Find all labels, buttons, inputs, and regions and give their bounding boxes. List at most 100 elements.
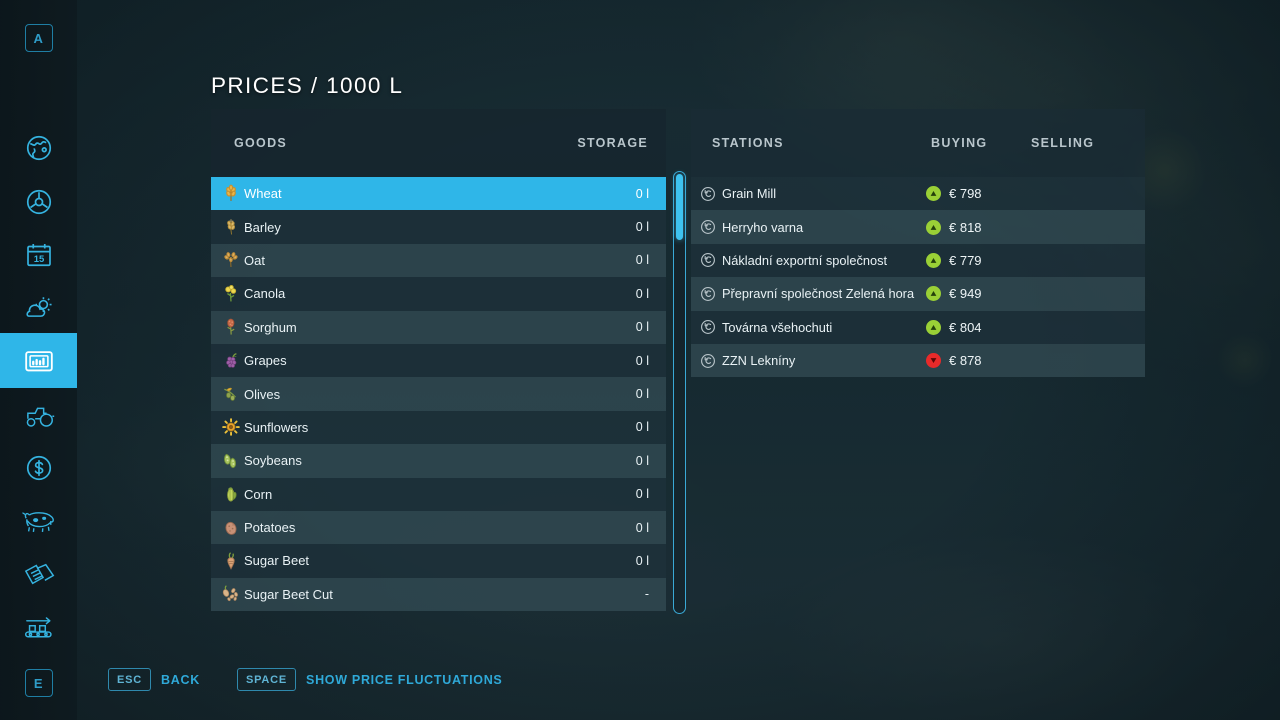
trend-up-icon (926, 286, 941, 302)
station-row-price: € 949 (949, 286, 982, 302)
goods-row-label: Soybeans (244, 453, 302, 469)
station-row-buying: € 779 (926, 252, 982, 268)
goods-row[interactable]: Corn 0 l (211, 477, 666, 511)
goods-row-storage: 0 l (635, 353, 649, 368)
goods-row-label: Sugar Beet Cut (244, 586, 333, 602)
station-icon (700, 252, 716, 268)
hint-label-back: BACK (161, 672, 200, 687)
station-row-buying: € 949 (926, 286, 982, 302)
station-row[interactable]: Nákladní exportní společnost € 779 (691, 243, 1145, 278)
station-row-label: Herryho varna (722, 219, 804, 235)
soybeans-icon (220, 450, 242, 472)
sidebar-item-machines[interactable] (0, 388, 77, 443)
goods-row-storage: 0 l (635, 487, 649, 502)
sidebar-item-calendar[interactable]: 15 (0, 227, 77, 282)
station-icon (700, 286, 716, 302)
sidebar-prev-tab-key[interactable]: A (0, 18, 77, 58)
goods-row[interactable]: Oat 0 l (211, 243, 666, 278)
station-row-label: Přepravní společnost Zelená hora (722, 286, 915, 302)
goods-row-storage: 0 l (635, 520, 649, 535)
svg-text:15: 15 (33, 253, 44, 264)
goods-row-storage: 0 l (635, 387, 649, 402)
hint-back[interactable]: ESC BACK (108, 668, 200, 691)
stations-panel: STATIONS BUYING SELLING Grain Mill € 798 H… (691, 109, 1145, 378)
trend-up-icon (926, 219, 941, 235)
stations-list: Grain Mill € 798 Herryho varna € 818 Nákladn… (691, 177, 1145, 378)
goods-row[interactable]: Canola 0 l (211, 277, 666, 311)
column-header-buying: BUYING (931, 136, 988, 150)
goods-row-storage: 0 l (635, 453, 649, 468)
hint-label-fluctuations: SHOW PRICE FLUCTUATIONS (306, 672, 503, 687)
goods-row[interactable]: Sorghum 0 l (211, 310, 666, 344)
potatoes-icon (220, 517, 242, 539)
sidebar-item-finances[interactable] (0, 440, 77, 495)
trend-up-icon (926, 252, 941, 268)
oat-icon (220, 249, 242, 271)
goods-row-storage: 0 l (635, 553, 649, 568)
station-row-label: ZZN Lekníny (722, 353, 796, 369)
station-row-price: € 804 (949, 319, 982, 335)
goods-row[interactable]: Wheat 0 l (211, 177, 666, 211)
sidebar-item-production[interactable] (0, 600, 77, 655)
station-row[interactable]: Herryho varna € 818 (691, 210, 1145, 244)
olives-icon (220, 383, 242, 405)
station-row-buying: € 818 (926, 219, 982, 235)
station-row[interactable]: Grain Mill € 798 (691, 177, 1145, 211)
goods-row[interactable]: Sugar Beet 0 l (211, 544, 666, 578)
hint-key-esc: ESC (108, 668, 152, 691)
column-header-stations: STATIONS (712, 136, 784, 150)
corn-icon (220, 483, 242, 505)
goods-row[interactable]: Grapes 0 l (211, 343, 666, 378)
sidebar-item-weather[interactable] (0, 280, 77, 335)
goods-row-label: Corn (244, 486, 273, 502)
goods-scrollbar-thumb[interactable] (675, 173, 683, 240)
station-row-price: € 779 (949, 252, 982, 268)
goods-row-storage: 0 l (635, 286, 649, 301)
sidebar-item-map[interactable] (0, 120, 77, 175)
goods-row-label: Oat (244, 252, 265, 268)
sugarbeet-icon (220, 550, 242, 572)
goods-scrollbar[interactable] (673, 171, 686, 614)
goods-row-label: Canola (244, 286, 286, 302)
goods-row-storage: 0 l (635, 186, 649, 201)
goods-row-storage: 0 l (635, 420, 649, 435)
sunflowers-icon (220, 416, 242, 438)
trend-down-icon (926, 353, 941, 369)
station-row-buying: € 798 (926, 186, 982, 202)
sidebar-next-tab-key[interactable]: E (0, 663, 77, 703)
sidebar-item-prices[interactable] (0, 333, 77, 388)
goods-row[interactable]: Olives 0 l (211, 377, 666, 411)
canola-icon (220, 283, 242, 305)
station-row[interactable]: Továrna všehochuti € 804 (691, 310, 1145, 344)
page-title: PRICES / 1000 L (211, 73, 404, 98)
stations-panel-header: STATIONS BUYING SELLING (691, 109, 1145, 177)
hint-bar: ESC BACK SPACE SHOW PRICE FLUCTUATIONS (108, 668, 502, 691)
key-e-label: E (24, 669, 53, 697)
goods-row-label: Sorghum (244, 319, 297, 335)
goods-row[interactable]: Soybeans 0 l (211, 444, 666, 478)
hint-price-fluctuations[interactable]: SPACE SHOW PRICE FLUCTUATIONS (236, 668, 503, 691)
goods-row[interactable]: Sugar Beet Cut - (211, 577, 666, 612)
sidebar-item-vehicles[interactable] (0, 174, 77, 229)
hint-key-space: SPACE (236, 668, 297, 691)
station-row[interactable]: ZZN Lekníny € 878 (691, 343, 1145, 378)
trend-up-icon (926, 186, 941, 202)
station-row-price: € 798 (949, 186, 982, 202)
sidebar-item-animals[interactable] (0, 493, 77, 548)
goods-row[interactable]: Sunflowers 0 l (211, 410, 666, 445)
goods-panel: GOODS STORAGE Wheat 0 l Barley 0 l Oat 0 l Can… (211, 109, 666, 612)
station-row[interactable]: Přepravní společnost Zelená hora € 949 (691, 277, 1145, 311)
goods-row-storage: 0 l (635, 220, 649, 235)
production-icon (21, 613, 57, 643)
goods-row-storage: 0 l (635, 253, 649, 268)
goods-row[interactable]: Potatoes 0 l (211, 510, 666, 545)
goods-row-label: Sugar Beet (244, 553, 310, 569)
column-header-goods: GOODS (234, 136, 288, 150)
sidebar-item-contracts[interactable] (0, 547, 77, 602)
animals-icon (20, 506, 58, 536)
tractor-icon (22, 401, 56, 431)
goods-row[interactable]: Barley 0 l (211, 210, 666, 244)
weather-icon (23, 292, 55, 324)
station-row-buying: € 804 (926, 319, 982, 335)
calendar-icon: 15 (24, 240, 54, 270)
